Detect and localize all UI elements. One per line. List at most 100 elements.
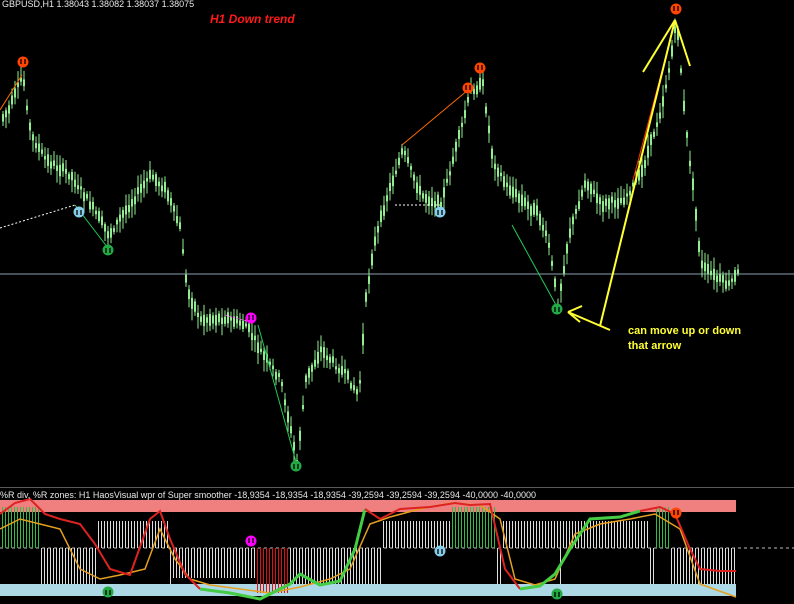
histogram-bar bbox=[470, 507, 471, 548]
histogram-bar bbox=[731, 548, 732, 584]
histogram-bar bbox=[716, 548, 717, 584]
histogram-bar bbox=[542, 521, 543, 548]
histogram-bar bbox=[419, 521, 420, 548]
histogram-bar bbox=[608, 521, 609, 548]
candle-body bbox=[659, 112, 661, 119]
pane-separator[interactable] bbox=[0, 487, 794, 488]
histogram-bar bbox=[227, 548, 228, 578]
yellow-pointer-head-top bbox=[567, 305, 583, 313]
candle-body bbox=[617, 198, 619, 209]
candle-body bbox=[611, 196, 613, 203]
histogram-bar bbox=[302, 548, 303, 584]
histogram-bar bbox=[389, 521, 390, 548]
candle-body bbox=[215, 315, 217, 326]
histogram-bar bbox=[545, 521, 546, 548]
histogram-bar bbox=[671, 548, 672, 584]
candle-body bbox=[455, 141, 457, 152]
candle-body bbox=[695, 208, 697, 221]
histogram-bar bbox=[83, 548, 84, 584]
histogram-bar bbox=[299, 548, 300, 584]
candle-body bbox=[548, 242, 550, 248]
candle-body bbox=[245, 323, 247, 327]
histogram-bar bbox=[488, 507, 489, 548]
candle-body bbox=[260, 348, 262, 352]
histogram-bar bbox=[344, 548, 345, 584]
histogram-bar bbox=[260, 548, 261, 593]
histogram-bar bbox=[134, 521, 135, 548]
candle-body bbox=[179, 222, 181, 229]
histogram-bar bbox=[401, 521, 402, 548]
histogram-bar bbox=[659, 507, 660, 548]
candle-body bbox=[140, 183, 142, 193]
histogram-bar bbox=[440, 521, 441, 548]
histogram-bar bbox=[191, 548, 192, 578]
histogram-bar bbox=[359, 548, 360, 584]
candle-body bbox=[5, 110, 7, 118]
candle-body bbox=[191, 297, 193, 309]
histogram-bar bbox=[113, 521, 114, 548]
candle-body bbox=[236, 316, 238, 324]
histogram-bar bbox=[236, 548, 237, 578]
candle-body bbox=[92, 201, 94, 210]
candle-body bbox=[155, 174, 157, 186]
candle-body bbox=[128, 205, 130, 213]
histogram-bar bbox=[374, 548, 375, 584]
histogram-bar bbox=[182, 548, 183, 578]
histogram-bar bbox=[233, 548, 234, 578]
histogram-bar bbox=[170, 548, 171, 584]
trend-label: H1 Down trend bbox=[210, 12, 295, 26]
candle-body bbox=[590, 183, 592, 195]
candle-body bbox=[206, 317, 208, 323]
histogram-bar bbox=[125, 521, 126, 548]
histogram-bar bbox=[422, 521, 423, 548]
candle-body bbox=[425, 194, 427, 203]
candle-body bbox=[542, 224, 544, 231]
histogram-bar bbox=[65, 548, 66, 584]
candle-body bbox=[212, 315, 214, 324]
histogram-bar bbox=[29, 507, 30, 548]
histogram-bar bbox=[17, 507, 18, 548]
histogram-bar bbox=[59, 548, 60, 584]
marker-dot bbox=[551, 588, 563, 600]
candle-body bbox=[416, 182, 418, 194]
histogram-bar bbox=[443, 521, 444, 548]
candle-body bbox=[152, 174, 154, 180]
histogram-bar bbox=[197, 548, 198, 578]
candle-body bbox=[419, 186, 421, 195]
candle-body bbox=[23, 79, 25, 87]
candle-body bbox=[125, 205, 127, 215]
price-chart bbox=[0, 3, 794, 472]
histogram-bar bbox=[119, 521, 120, 548]
histogram-bar bbox=[524, 521, 525, 548]
candle-body bbox=[26, 105, 28, 111]
candle-body bbox=[644, 160, 646, 168]
magenta-arrow-icon bbox=[245, 312, 257, 324]
candle-body bbox=[509, 185, 511, 196]
candle-body bbox=[575, 208, 577, 214]
candle-body bbox=[110, 228, 112, 238]
histogram-bar bbox=[5, 507, 6, 548]
candle-body bbox=[173, 205, 175, 212]
histogram-bar bbox=[50, 548, 51, 584]
candle-body bbox=[263, 351, 265, 360]
histogram-bar bbox=[104, 521, 105, 548]
candle-body bbox=[569, 228, 571, 238]
histogram-bar bbox=[479, 507, 480, 548]
histogram-bar bbox=[452, 507, 453, 548]
candle-body bbox=[485, 106, 487, 114]
candle-body bbox=[119, 214, 121, 222]
div-line-up-1 bbox=[0, 74, 23, 111]
histogram-bar bbox=[539, 521, 540, 548]
histogram-bar bbox=[413, 521, 414, 548]
histogram-bar bbox=[11, 507, 12, 548]
candle-body bbox=[170, 198, 172, 206]
histogram-bar bbox=[668, 507, 669, 548]
candle-body bbox=[32, 134, 34, 141]
histogram-bar bbox=[437, 521, 438, 548]
candle-body bbox=[593, 189, 595, 195]
histogram-bar bbox=[149, 521, 150, 548]
candle-body bbox=[176, 216, 178, 224]
histogram-bar bbox=[362, 548, 363, 584]
candle-body bbox=[707, 263, 709, 274]
histogram-bar bbox=[431, 521, 432, 548]
